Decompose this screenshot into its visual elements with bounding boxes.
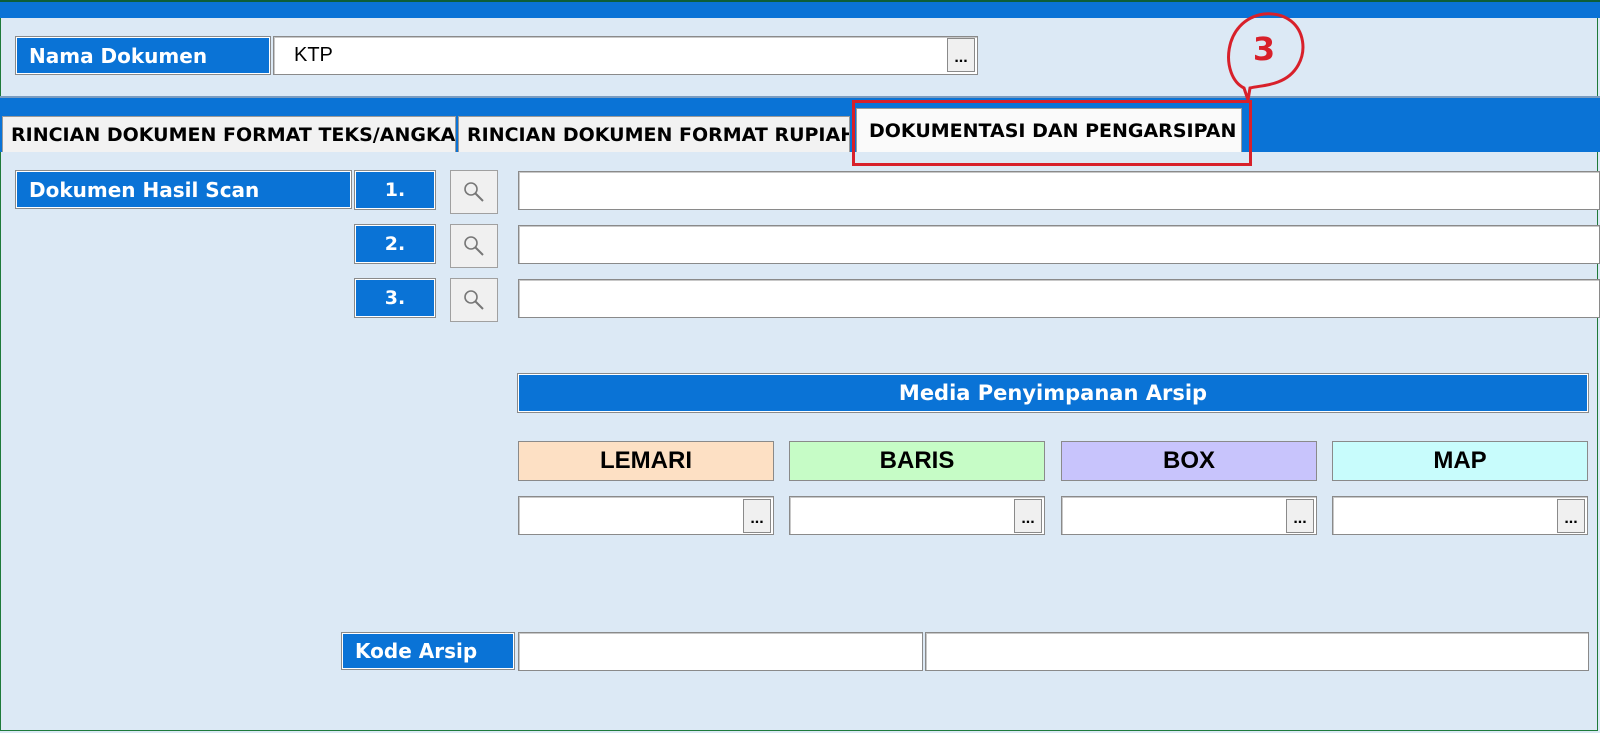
- nama-dokumen-value: KTP: [294, 44, 333, 66]
- nama-dokumen-browse-button[interactable]: ...: [947, 38, 975, 72]
- lemari-browse-button[interactable]: ...: [743, 499, 771, 533]
- tab-rincian-teks-angka[interactable]: RINCIAN DOKUMEN FORMAT TEKS/ANGKA: [2, 116, 456, 152]
- media-penyimpanan-header: Media Penyimpanan Arsip: [517, 373, 1589, 413]
- scan-row-2-field[interactable]: [518, 225, 1600, 264]
- annotation-callout: 3: [1227, 12, 1305, 101]
- tab-rincian-rupiah[interactable]: RINCIAN DOKUMEN FORMAT RUPIAH: [458, 116, 850, 152]
- nama-dokumen-label: Nama Dokumen: [15, 36, 271, 75]
- baris-browse-button[interactable]: ...: [1014, 499, 1042, 533]
- search-icon: [464, 236, 484, 256]
- kode-arsip-field-2[interactable]: [925, 632, 1589, 671]
- search-icon: [464, 290, 484, 310]
- kode-arsip-label: Kode Arsip: [341, 632, 515, 670]
- scan-row-1-search-button[interactable]: [450, 170, 498, 214]
- box-browse-button[interactable]: ...: [1286, 499, 1314, 533]
- kode-arsip-field-1[interactable]: [518, 632, 923, 671]
- scan-row-2-number: 2.: [354, 224, 436, 264]
- scan-row-3-number: 3.: [354, 278, 436, 318]
- search-icon: [464, 182, 484, 202]
- nama-dokumen-field[interactable]: KTP: [273, 36, 978, 75]
- box-label: BOX: [1061, 441, 1317, 481]
- box-field[interactable]: [1061, 496, 1317, 535]
- lemari-label: LEMARI: [518, 441, 774, 481]
- lemari-field[interactable]: [518, 496, 774, 535]
- scan-row-3-field[interactable]: [518, 279, 1600, 318]
- dokumen-hasil-scan-label: Dokumen Hasil Scan: [15, 170, 352, 209]
- scan-row-3-search-button[interactable]: [450, 278, 498, 322]
- scan-row-2-search-button[interactable]: [450, 224, 498, 268]
- baris-field[interactable]: [789, 496, 1045, 535]
- annotation-highlight: [852, 100, 1252, 166]
- top-bar: [0, 0, 1600, 18]
- scan-row-1-number: 1.: [354, 170, 436, 210]
- map-browse-button[interactable]: ...: [1557, 499, 1585, 533]
- annotation-number: 3: [1253, 30, 1275, 68]
- scan-row-1-field[interactable]: [518, 171, 1600, 210]
- map-label: MAP: [1332, 441, 1588, 481]
- map-field[interactable]: [1332, 496, 1588, 535]
- baris-label: BARIS: [789, 441, 1045, 481]
